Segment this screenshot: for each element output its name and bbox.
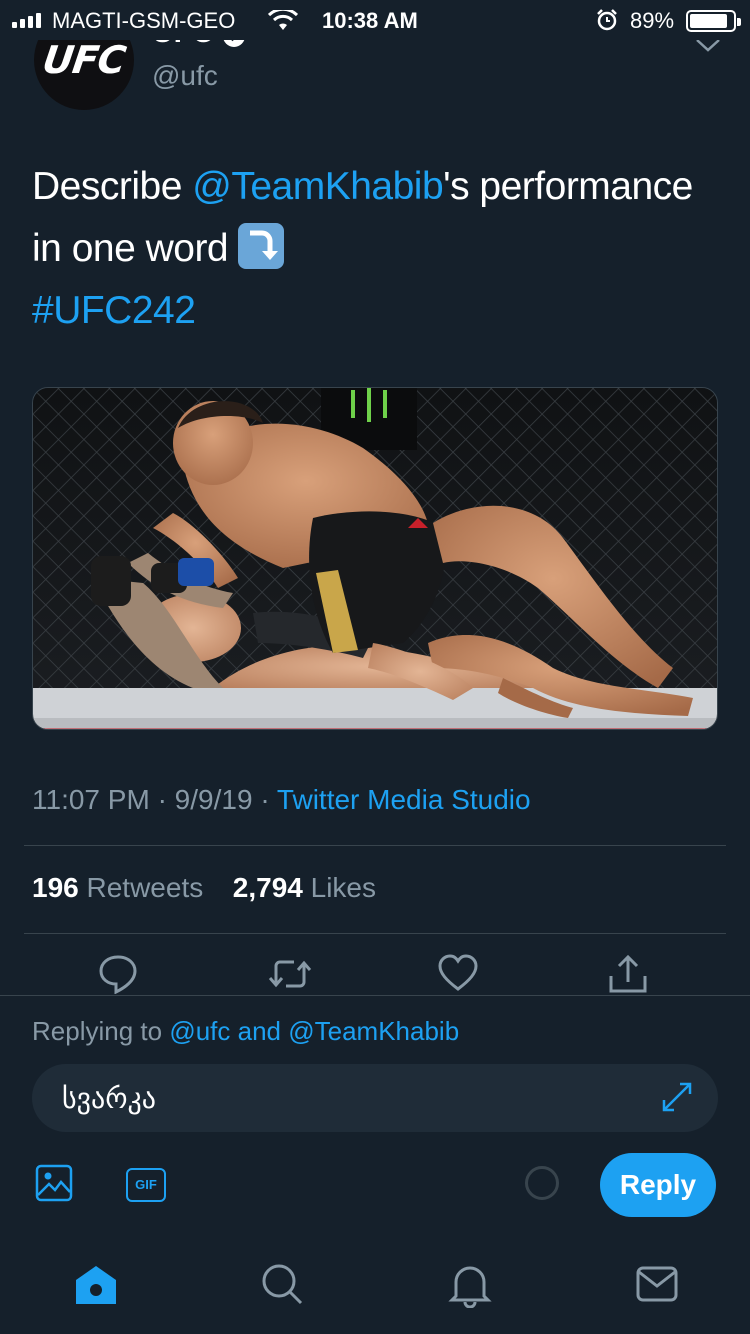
fight-photo-image <box>33 388 717 729</box>
search-icon[interactable] <box>260 1262 304 1311</box>
tweet-source-link[interactable]: Twitter Media Studio <box>277 784 531 815</box>
messages-icon[interactable] <box>636 1266 678 1307</box>
reply-button[interactable]: Reply <box>600 1153 716 1217</box>
reply-input[interactable]: სვარკა <box>32 1064 718 1132</box>
clock: 10:38 AM <box>322 8 418 33</box>
ufc-logo: UFC <box>40 38 128 82</box>
signal-strength-icon <box>12 12 41 28</box>
character-count-ring-icon <box>525 1166 559 1200</box>
meta-separator: · <box>157 784 175 815</box>
tweet-photo[interactable] <box>32 387 718 730</box>
share-icon[interactable] <box>608 954 648 999</box>
status-bar: MAGTI-GSM-GEO 10:38 AM 89% <box>0 0 750 40</box>
expand-icon[interactable] <box>660 1080 694 1119</box>
tweet-text: Describe @TeamKhabib's performance in on… <box>32 156 722 342</box>
notifications-icon[interactable] <box>448 1262 492 1313</box>
replying-mention-teamkhabib[interactable]: @TeamKhabib <box>288 1016 459 1046</box>
retweet-icon[interactable] <box>268 954 312 999</box>
tweet-time: 11:07 PM <box>32 784 150 815</box>
reply-icon[interactable] <box>99 954 137 999</box>
retweet-count-link[interactable]: 196 Retweets <box>32 872 203 903</box>
gif-button[interactable]: GIF <box>126 1168 166 1202</box>
arrow-down-right-emoji-icon <box>238 223 285 269</box>
tweet-stats: 196 Retweets 2,794 Likes <box>32 872 376 904</box>
replying-mention-ufc[interactable]: @ufc <box>169 1016 230 1046</box>
like-icon[interactable] <box>438 954 478 997</box>
mention-link[interactable]: @TeamKhabib <box>192 165 443 208</box>
carrier-name: MAGTI-GSM-GEO <box>52 8 236 33</box>
retweets-label: Retweets <box>86 872 204 903</box>
likes-label: Likes <box>310 872 377 903</box>
hashtag-link[interactable]: #UFC242 <box>32 289 196 332</box>
divider <box>24 845 726 846</box>
like-count-link[interactable]: 2,794 Likes <box>233 872 376 903</box>
tweet-date: 9/9/19 <box>174 784 253 815</box>
bottom-tab-bar <box>0 1240 750 1334</box>
reply-input-value: სვარკა <box>62 1083 156 1114</box>
battery-icon <box>686 10 741 32</box>
alarm-icon <box>596 9 618 37</box>
battery-percent: 89% <box>630 8 675 33</box>
image-icon[interactable] <box>35 1164 73 1207</box>
like-count: 2,794 <box>232 872 303 903</box>
replying-prefix: Replying to <box>32 1016 170 1046</box>
tweet-meta: 11:07 PM · 9/9/19 · Twitter Media Studio <box>32 784 531 816</box>
wifi-icon <box>267 7 299 38</box>
divider <box>24 933 726 934</box>
replying-and: and <box>230 1016 289 1046</box>
retweet-count: 196 <box>32 872 79 903</box>
user-handle[interactable]: @ufc <box>152 60 218 92</box>
meta-separator: · <box>260 784 277 815</box>
home-icon[interactable] <box>74 1264 118 1311</box>
tweet-text-start: Describe <box>32 165 193 208</box>
replying-to: Replying to @ufc and @TeamKhabib <box>32 1016 459 1047</box>
tweet-action-bar <box>0 954 750 996</box>
